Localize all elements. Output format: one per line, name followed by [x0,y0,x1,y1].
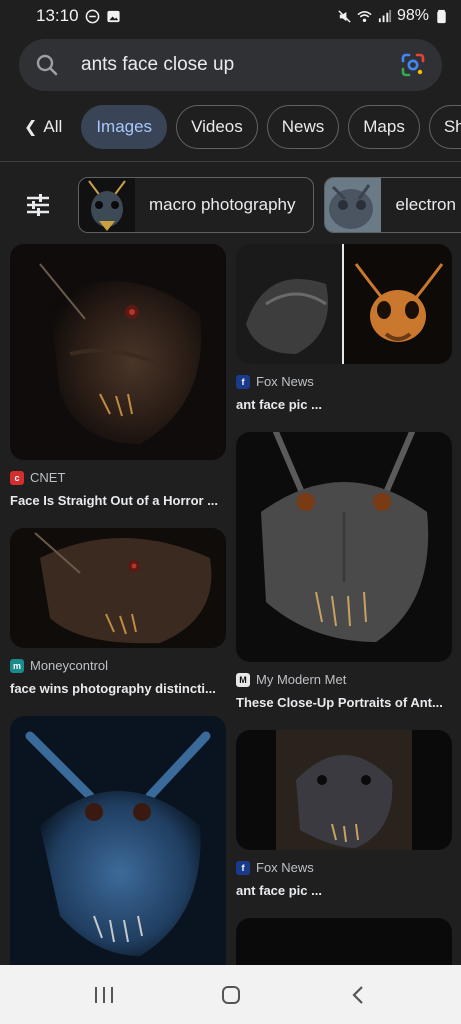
related-chips: macro photography electron [0,176,461,234]
chip-thumbnail [79,178,135,232]
tab-all[interactable]: ❮ All [14,105,72,149]
tab-label: Sho [443,117,461,136]
chip-thumbnail [325,178,382,232]
chip-label: macro photography [149,195,296,214]
home-icon [221,985,240,1004]
results-column-left: c CNET Face Is Straight Out of a Horror … [10,244,226,998]
chip-electron[interactable]: electron [324,177,461,233]
results-column-right: f Fox News ant face pic ... M My Modern … [236,244,452,1008]
google-lens-icon[interactable] [400,52,426,78]
tab-label: Videos [191,117,243,136]
image-result-card[interactable]: M My Modern Met These Close-Up Portraits… [236,432,452,710]
system-navigation-bar [0,965,461,1024]
search-tabs: ❮ All Images Videos News Maps Sho [0,104,461,150]
tab-maps[interactable]: Maps [348,105,420,149]
result-source: m Moneycontrol [10,658,226,673]
result-title[interactable]: ant face pic ... [236,883,452,898]
do-not-disturb-icon [85,9,99,23]
back-button[interactable] [338,980,378,1010]
image-result-card[interactable] [10,716,226,978]
fox-news-favicon-icon: f [236,374,250,389]
source-name: Moneycontrol [30,658,109,673]
home-button[interactable] [211,980,251,1010]
source-name: Fox News [256,860,314,875]
result-title[interactable]: These Close-Up Portraits of Ant... [236,695,452,710]
result-title[interactable]: ant face pic ... [236,397,452,412]
wifi-icon [357,10,372,22]
result-title[interactable]: Face Is Straight Out of a Horror ... [10,493,226,508]
status-time: 13:10 [36,6,79,25]
chip-label: electron [395,195,456,214]
battery-percent: 98% [396,7,429,24]
result-source: M My Modern Met [236,672,452,687]
result-image[interactable] [236,730,452,850]
tab-news[interactable]: News [266,105,340,149]
moneycontrol-favicon-icon: m [10,658,24,673]
tab-label: News [281,117,325,136]
recent-apps-button[interactable] [84,980,124,1010]
tab-label: Maps [363,117,405,136]
result-source: f Fox News [236,860,452,875]
source-name: Fox News [256,374,314,389]
my-modern-met-favicon-icon: M [236,672,250,687]
image-result-card[interactable]: f Fox News ant face pic ... [236,730,452,898]
back-icon [351,985,363,1004]
result-image[interactable] [236,432,452,662]
image-result-card[interactable]: c CNET Face Is Straight Out of a Horror … [10,244,226,508]
image-result-card[interactable]: m Moneycontrol face wins photography dis… [10,528,226,696]
fox-news-favicon-icon: f [236,860,250,875]
search-query[interactable]: ants face close up [81,54,400,76]
recent-apps-icon [94,986,113,1003]
result-title[interactable]: face wins photography distincti... [10,681,226,696]
result-image[interactable] [10,244,226,460]
search-icon[interactable] [35,53,59,77]
signal-icon [378,9,392,22]
tab-videos[interactable]: Videos [176,105,258,149]
search-box[interactable]: ants face close up [19,39,442,91]
tab-images[interactable]: Images [81,105,168,149]
battery-icon [437,9,446,23]
status-bar: 13:10 98% [0,0,461,32]
tab-label: Images [96,117,153,136]
result-source: f Fox News [236,374,452,389]
tab-label: All [43,117,63,136]
chip-macro-photography[interactable]: macro photography [78,177,315,233]
divider [0,161,461,162]
tune-icon[interactable] [24,191,52,219]
source-name: CNET [30,470,66,485]
mute-icon [338,9,351,23]
result-image[interactable] [10,716,226,978]
tab-shopping[interactable]: Sho [428,105,461,149]
chevron-left-icon: ❮ [24,119,38,136]
source-name: My Modern Met [256,672,347,687]
gallery-icon [106,10,120,22]
image-result-card[interactable]: f Fox News ant face pic ... [236,244,452,412]
result-image[interactable] [236,244,452,364]
result-source: c CNET [10,470,226,485]
cnet-favicon-icon: c [10,470,24,485]
result-image[interactable] [10,528,226,648]
